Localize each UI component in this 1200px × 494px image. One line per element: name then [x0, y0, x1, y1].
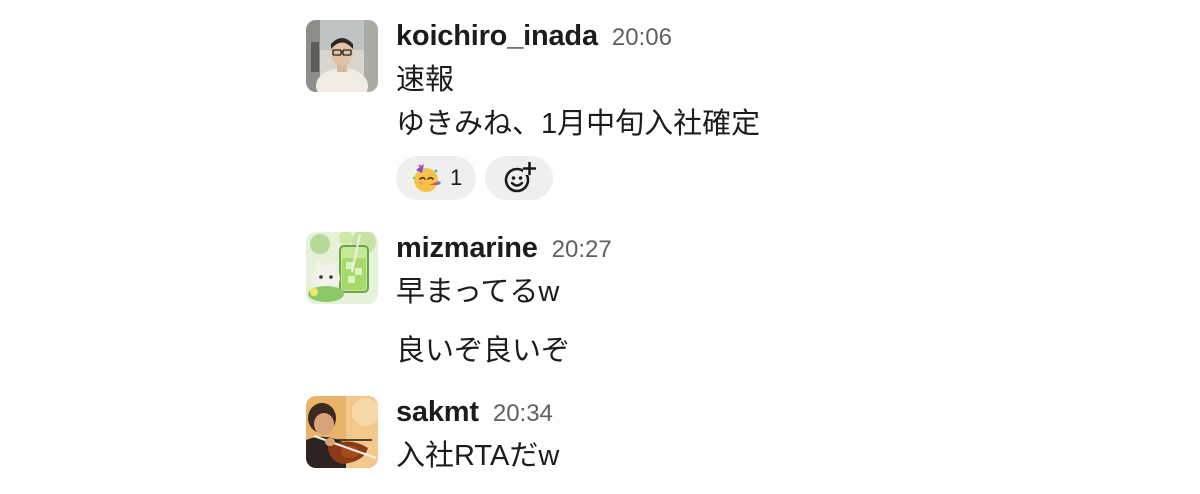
- username[interactable]: sakmt: [396, 396, 479, 429]
- user-photo-icon: [306, 396, 378, 468]
- message-text: 入社RTAだw: [396, 440, 560, 472]
- message-content: mizmarine 20:27 早まってるw 良いぞ良いぞ: [396, 232, 1166, 371]
- message-content: sakmt 20:34 入社RTAだw: [396, 396, 1166, 476]
- message-text: 早まってるw: [396, 276, 560, 308]
- timestamp[interactable]: 20:34: [493, 400, 553, 428]
- avatar[interactable]: [306, 396, 378, 468]
- user-illustration-icon: [306, 232, 378, 304]
- message-text: ゆきみね、1月中旬入社確定: [396, 108, 761, 140]
- reaction-count: 1: [450, 165, 463, 190]
- message-header: mizmarine 20:27: [396, 232, 1166, 266]
- timestamp[interactable]: 20:27: [552, 236, 612, 264]
- partying-face-icon: [412, 164, 441, 192]
- avatar[interactable]: [306, 20, 378, 92]
- user-photo-icon: [306, 20, 378, 92]
- message-header: sakmt 20:34: [396, 396, 1166, 430]
- message-header: koichiro_inada 20:06: [396, 20, 1166, 54]
- add-reaction-button[interactable]: [485, 156, 554, 200]
- reaction-pill[interactable]: 1: [396, 156, 477, 200]
- add-emoji-icon: [504, 161, 537, 193]
- avatar[interactable]: [306, 232, 378, 304]
- message-text: 良いぞ良いぞ: [396, 335, 571, 367]
- message-text: 速報: [396, 64, 455, 96]
- reactions-bar: 1: [396, 156, 1166, 200]
- message-content: koichiro_inada 20:06 速報 ゆきみね、1月中旬入社確定 1: [396, 20, 1166, 200]
- timestamp[interactable]: 20:06: [612, 24, 672, 52]
- username[interactable]: koichiro_inada: [396, 20, 598, 53]
- username[interactable]: mizmarine: [396, 232, 538, 265]
